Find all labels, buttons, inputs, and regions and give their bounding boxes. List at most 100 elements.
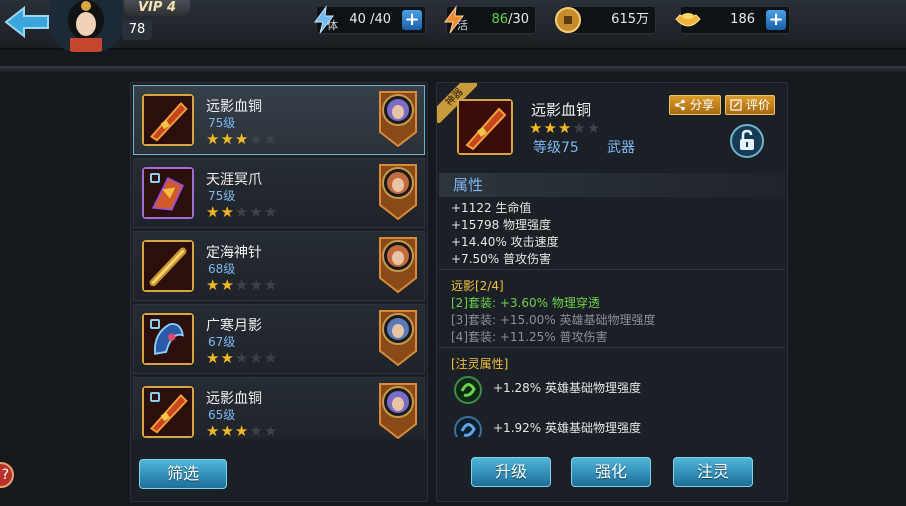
equipment-list[interactable]: 远影血铜 75级 ★★★★★ 天涯冥爪 75级 ★★★★★ 定海神针 68级 ★★★★★ 广寒月影… <box>133 85 425 439</box>
star-icon: ★ <box>263 130 279 148</box>
star-icon: ★ <box>206 349 221 367</box>
equipment-stars: ★★★★★ <box>206 349 278 367</box>
star-icon: ★ <box>249 276 264 294</box>
star-icon: ★ <box>263 203 279 221</box>
star-icon: ★ <box>220 422 235 439</box>
equipment-list-item[interactable]: 远影血铜 75级 ★★★★★ <box>133 85 425 155</box>
lock-icon <box>150 173 160 183</box>
spirit-attribute-line: +1.92% 英雄基础物理强度 <box>493 421 641 435</box>
hero-portrait-icon <box>50 0 122 52</box>
star-icon: ★ <box>249 130 264 148</box>
star-icon: ★ <box>572 119 587 137</box>
hero-shield-icon <box>376 307 420 369</box>
detail-level: 等级75 <box>533 140 579 156</box>
star-icon: ★ <box>220 349 235 367</box>
energy-value: 86/30 <box>492 7 529 33</box>
player-level: 78 <box>122 20 152 40</box>
star-icon: ★ <box>249 203 264 221</box>
set-bonus-line: [4]套装: +11.25% 普攻伤害 <box>451 330 608 344</box>
equipment-stars: ★★★★★ <box>206 130 278 148</box>
side-help-chip[interactable]: ? <box>0 462 14 488</box>
star-icon: ★ <box>206 203 221 221</box>
energy-label: 活 <box>457 19 468 32</box>
top-bar: VIP 4 78 体 40 /40 + 活 86/30 615万 186 + <box>0 0 906 52</box>
weapon-icon <box>459 101 511 153</box>
hero-shield-icon <box>376 88 420 150</box>
lock-icon <box>150 392 160 402</box>
spirit-button[interactable]: 注灵 <box>673 457 753 487</box>
equipment-list-item[interactable]: 广寒月影 67级 ★★★★★ <box>133 304 425 374</box>
equipment-thumbnail <box>142 94 194 146</box>
lock-icon <box>150 319 160 329</box>
star-icon: ★ <box>529 119 544 137</box>
share-button[interactable]: 分享 <box>669 95 721 115</box>
stamina-label: 体 <box>327 19 338 32</box>
attribute-line: +15798 物理强度 <box>451 218 552 232</box>
star-icon: ★ <box>234 349 250 367</box>
equipment-list-item[interactable]: 远影血铜 65级 ★★★★★ <box>133 377 425 439</box>
hero-shield-icon <box>376 234 420 296</box>
weapon-thumbnail <box>457 99 513 155</box>
detail-name: 远影血铜 <box>531 101 592 119</box>
stamina-resource: 体 40 /40 + <box>314 5 426 34</box>
star-icon: ★ <box>206 276 221 294</box>
attributes-title: 属性 <box>439 173 785 197</box>
back-arrow-icon <box>4 5 49 39</box>
detail-type: 武器 <box>607 140 635 156</box>
coin-icon <box>555 7 581 33</box>
upgrade-button[interactable]: 升级 <box>471 457 551 487</box>
equipment-level: 67级 <box>208 335 236 349</box>
equipment-name: 天涯冥爪 <box>206 172 262 188</box>
divider <box>439 347 785 348</box>
set-title: 远影[2/4] <box>451 279 504 293</box>
attribute-line: +14.40% 攻击速度 <box>451 235 559 249</box>
spirit-attribute-line: +1.28% 英雄基础物理强度 <box>493 381 641 395</box>
energy-max: /30 <box>508 12 529 27</box>
star-icon: ★ <box>206 422 221 439</box>
star-icon: ★ <box>234 130 250 148</box>
attribute-line: +7.50% 普攻伤害 <box>451 252 551 266</box>
coins-value: 615万 <box>611 12 649 27</box>
equipment-thumbnail <box>142 386 194 438</box>
star-icon: ★ <box>220 203 235 221</box>
equipment-list-item[interactable]: 定海神针 68级 ★★★★★ <box>133 231 425 301</box>
equipment-list-item[interactable]: 天涯冥爪 75级 ★★★★★ <box>133 158 425 228</box>
add-stamina-button[interactable]: + <box>402 10 422 30</box>
stamina-value: 40 /40 <box>349 12 391 27</box>
star-icon: ★ <box>220 276 235 294</box>
enhance-button[interactable]: 强化 <box>571 457 651 487</box>
divider <box>439 269 785 270</box>
blue-spirit-icon <box>454 416 482 437</box>
gold-ingot-icon <box>675 13 701 27</box>
star-icon: ★ <box>263 276 279 294</box>
back-button[interactable] <box>4 5 50 39</box>
detail-stars: ★★★★★ <box>529 119 601 137</box>
set-bonus-line: [2]套装: +3.60% 物理穿透 <box>451 296 600 310</box>
lock-toggle-button[interactable] <box>729 123 765 159</box>
star-icon: ★ <box>234 203 250 221</box>
attribute-line: +1122 生命值 <box>451 201 532 215</box>
add-gems-button[interactable]: + <box>766 10 786 30</box>
equipment-name: 远影血铜 <box>206 391 262 407</box>
green-spirit-icon <box>454 376 482 404</box>
star-icon: ★ <box>263 422 279 439</box>
equipment-stars: ★★★★★ <box>206 422 278 439</box>
star-icon: ★ <box>249 422 264 439</box>
gems-value: 186 <box>730 12 755 27</box>
avatar[interactable] <box>50 0 122 52</box>
star-icon: ★ <box>557 119 573 137</box>
energy-resource: 活 86/30 <box>444 5 536 34</box>
equipment-level: 75级 <box>208 116 236 130</box>
hero-shield-icon <box>376 380 420 439</box>
star-icon: ★ <box>234 276 250 294</box>
gems-resource: 186 + <box>675 6 790 34</box>
star-icon: ★ <box>220 130 235 148</box>
equipment-list-panel: 远影血铜 75级 ★★★★★ 天涯冥爪 75级 ★★★★★ 定海神针 68级 ★★★★★ 广寒月影… <box>130 82 428 502</box>
filter-button[interactable]: 筛选 <box>139 459 227 489</box>
star-icon: ★ <box>249 349 264 367</box>
weapon-icon <box>144 96 192 144</box>
hero-shield-icon <box>376 161 420 223</box>
star-icon: ★ <box>263 349 279 367</box>
rate-button[interactable]: 评价 <box>725 95 775 115</box>
attributes-scroll-area[interactable]: +1122 生命值 +15798 物理强度 +14.40% 攻击速度 +7.50… <box>437 197 787 437</box>
